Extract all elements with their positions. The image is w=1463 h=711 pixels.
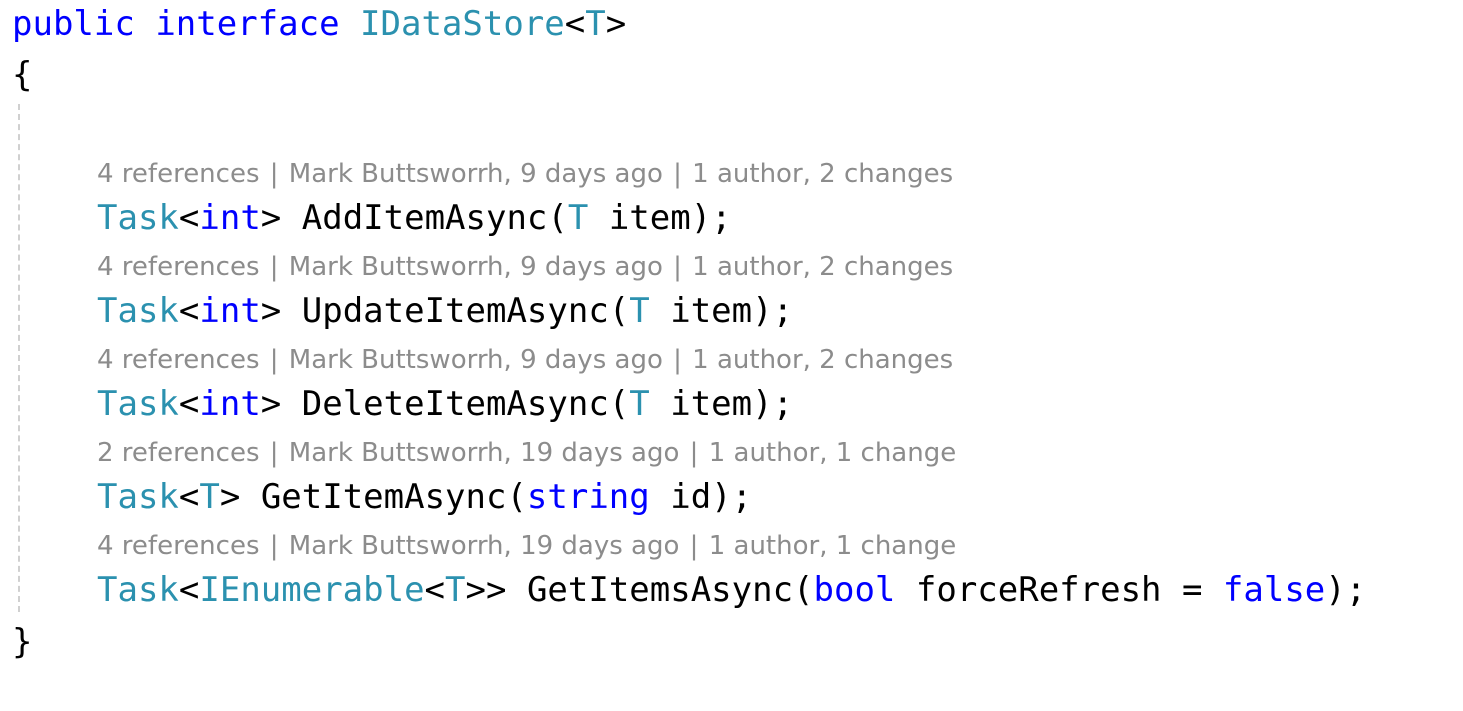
param-name: forceRefresh = (895, 570, 1223, 610)
param-type: T (629, 291, 650, 331)
codelens-1: 4 references | Mark Buttsworrh, 9 days a… (97, 250, 953, 284)
codelens-separator: | (269, 438, 279, 468)
param-type: string (526, 477, 650, 517)
indent-guide (18, 104, 20, 612)
param-type: bool (813, 570, 896, 610)
method-name: UpdateItemAsync( (301, 291, 630, 331)
param-name: item); (649, 291, 794, 331)
codelens-changes[interactable]: 1 author, 2 changes (692, 252, 953, 282)
codelens-separator: | (269, 252, 279, 282)
default-value: false (1222, 570, 1326, 610)
angle-open: < (564, 4, 586, 44)
angle-open: < (178, 477, 200, 517)
method-add-item-async[interactable]: Task<int> AddItemAsync(T item); (97, 196, 732, 240)
codelens-separator: | (689, 531, 699, 561)
interface-name[interactable]: IDataStore (360, 4, 565, 44)
codelens-author[interactable]: Mark Buttsworrh, 9 days ago (289, 252, 663, 282)
codelens-references[interactable]: 4 references (97, 345, 260, 375)
return-type-arg: int (199, 384, 261, 424)
open-brace: { (12, 55, 33, 95)
method-name: GetItemsAsync( (526, 570, 814, 610)
codelens-changes[interactable]: 1 author, 2 changes (692, 159, 953, 189)
codelens-4: 4 references | Mark Buttsworrh, 19 days … (97, 529, 956, 563)
codelens-separator: | (269, 159, 279, 189)
codelens-references[interactable]: 2 references (97, 438, 260, 468)
angle-close: >> (465, 570, 527, 610)
angle-close: > (260, 384, 302, 424)
return-type-arg: int (199, 198, 261, 238)
method-get-items-async[interactable]: Task<IEnumerable<T>> GetItemsAsync(bool … (97, 568, 1366, 612)
keyword-interface: interface (155, 4, 340, 44)
type-parameter[interactable]: T (585, 4, 605, 44)
codelens-2: 4 references | Mark Buttsworrh, 9 days a… (97, 343, 953, 377)
return-type: Task (97, 291, 179, 331)
return-type: Task (97, 198, 179, 238)
codelens-author[interactable]: Mark Buttsworrh, 9 days ago (289, 159, 663, 189)
angle-close: > (219, 477, 261, 517)
return-type: Task (97, 384, 179, 424)
codelens-author[interactable]: Mark Buttsworrh, 19 days ago (289, 438, 680, 468)
method-name: AddItemAsync( (301, 198, 568, 238)
codelens-changes[interactable]: 1 author, 2 changes (692, 345, 953, 375)
codelens-changes[interactable]: 1 author, 1 change (709, 531, 957, 561)
angle-open: < (178, 198, 200, 238)
statement-end: ); (1325, 570, 1367, 610)
param-type: T (567, 198, 589, 238)
method-name: GetItemAsync( (260, 477, 527, 517)
codelens-separator: | (673, 345, 682, 375)
codelens-separator: | (689, 438, 699, 468)
codelens-author[interactable]: Mark Buttsworrh, 9 days ago (289, 345, 663, 375)
codelens-3: 2 references | Mark Buttsworrh, 19 days … (97, 436, 956, 470)
method-get-item-async[interactable]: Task<T> GetItemAsync(string id); (97, 475, 752, 519)
param-type: T (629, 384, 650, 424)
codelens-references[interactable]: 4 references (97, 252, 260, 282)
method-delete-item-async[interactable]: Task<int> DeleteItemAsync(T item); (97, 382, 793, 426)
angle-close: > (605, 4, 627, 44)
codelens-separator: | (269, 531, 279, 561)
angle-open: < (178, 384, 200, 424)
codelens-0: 4 references | Mark Buttsworrh, 9 days a… (97, 157, 953, 191)
codelens-changes[interactable]: 1 author, 1 change (709, 438, 957, 468)
angle-open: < (178, 570, 200, 610)
codelens-separator: | (269, 345, 279, 375)
codelens-separator: | (673, 159, 682, 189)
return-type-arg: T (199, 477, 220, 517)
method-update-item-async[interactable]: Task<int> UpdateItemAsync(T item); (97, 289, 793, 333)
interface-declaration[interactable]: public interface IDataStore<T> (12, 2, 626, 46)
codelens-author[interactable]: Mark Buttsworrh, 19 days ago (289, 531, 680, 561)
angle-close: > (260, 198, 302, 238)
angle-open: < (424, 570, 446, 610)
return-type-arg: int (199, 291, 261, 331)
codelens-references[interactable]: 4 references (97, 531, 260, 561)
method-name: DeleteItemAsync( (301, 384, 630, 424)
param-name: id); (649, 477, 753, 517)
return-type-arg-inner: T (445, 570, 466, 610)
close-brace: } (12, 622, 33, 662)
codelens-references[interactable]: 4 references (97, 159, 260, 189)
codelens-separator: | (673, 252, 682, 282)
return-type: Task (97, 570, 179, 610)
param-name: item); (649, 384, 794, 424)
return-type: Task (97, 477, 179, 517)
param-name: item); (588, 198, 732, 238)
code-editor[interactable]: public interface IDataStore<T> { 4 refer… (0, 0, 1463, 711)
return-type-arg: IEnumerable (199, 570, 425, 610)
angle-open: < (178, 291, 200, 331)
keyword-public: public (12, 4, 135, 44)
angle-close: > (260, 291, 302, 331)
